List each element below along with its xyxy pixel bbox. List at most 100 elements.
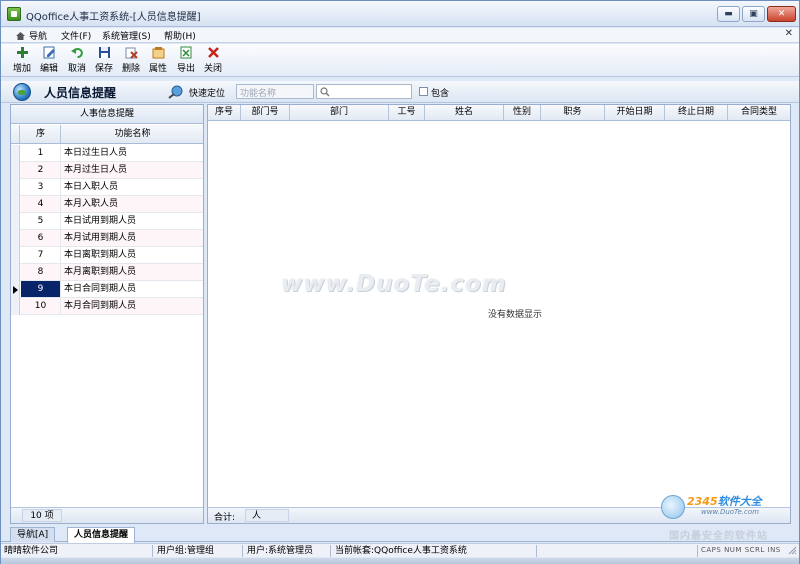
menu-navigate-label: 导航: [29, 32, 48, 42]
list-item-no: 6: [21, 230, 61, 246]
properties-button[interactable]: 属性: [145, 46, 171, 76]
list-item[interactable]: 6 本月试用到期人员: [11, 230, 203, 247]
row-indicator: [11, 162, 20, 179]
list-item[interactable]: 8 本月离职到期人员: [11, 264, 203, 281]
app-window: QQoffice人事工资系统-[人员信息提醒] ▬ ▣ ✕ 导航 文件(F) 系…: [0, 0, 800, 564]
edit-button-label: 编辑: [39, 64, 58, 74]
list-item-name: 本日离职到期人员: [64, 250, 137, 260]
edit-button[interactable]: 编辑: [36, 46, 62, 76]
page-title: 人员信息提醒: [44, 86, 117, 100]
grid-col-position[interactable]: 职务: [541, 105, 605, 120]
home-icon: [16, 32, 25, 40]
search-input[interactable]: [316, 84, 412, 99]
grid-col-dept-no[interactable]: 部门号: [241, 105, 290, 120]
close-document-icon[interactable]: ✕: [785, 28, 793, 39]
grid-col-seq[interactable]: 序号: [208, 105, 241, 120]
list-item[interactable]: 10 本月合同到期人员: [11, 298, 203, 315]
list-item-name: 本月试用到期人员: [64, 233, 137, 243]
grid-col-start-date[interactable]: 开始日期: [605, 105, 665, 120]
reminder-list-footer: 10 项: [11, 507, 203, 523]
export-button[interactable]: 导出: [173, 46, 199, 76]
tab-navigate[interactable]: 导航[A]: [10, 527, 56, 542]
list-item[interactable]: 1 本日过生日人员: [11, 145, 203, 162]
save-button[interactable]: 保存: [91, 46, 117, 76]
add-icon: [16, 47, 28, 58]
mascot-icon: [661, 495, 685, 519]
list-item-name: 本月入职人员: [64, 199, 119, 209]
list-item[interactable]: 4 本月入职人员: [11, 196, 203, 213]
title-bar: QQoffice人事工资系统-[人员信息提醒] ▬ ▣ ✕: [1, 1, 799, 27]
reminder-list-header: 序 功能名称: [11, 125, 203, 144]
list-item-name: 本月合同到期人员: [64, 301, 137, 311]
reminder-list-panel: 人事信息提醒 序 功能名称 1 本日过生日人员 2 本月过生日人员 3 本日入职人员 …: [10, 104, 204, 524]
page-header: 人员信息提醒 快速定位 功能名称 包含: [1, 81, 799, 103]
grid-col-name[interactable]: 姓名: [425, 105, 504, 120]
grid-header: 序号 部门号 部门 工号 姓名 性别 职务 开始日期 终止日期 合同类型: [208, 105, 790, 121]
grid-col-contract-type[interactable]: 合同类型: [728, 105, 790, 120]
menu-navigate[interactable]: 导航: [15, 29, 47, 42]
tab-reminder[interactable]: 人员信息提醒: [67, 527, 136, 543]
list-item-no: 5: [21, 213, 61, 229]
edit-icon: [43, 46, 55, 59]
close-button[interactable]: 关闭: [200, 46, 226, 76]
bottom-edge: [1, 558, 799, 564]
grid-col-gender[interactable]: 性别: [504, 105, 541, 120]
list-item-no: 7: [21, 247, 61, 263]
employee-grid: 序号 部门号 部门 工号 姓名 性别 职务 开始日期 终止日期 合同类型 www…: [207, 104, 791, 524]
list-item-selected[interactable]: 9 本日合同到期人员: [11, 281, 203, 298]
list-item[interactable]: 7 本日离职到期人员: [11, 247, 203, 264]
list-item[interactable]: 3 本日入职人员: [11, 179, 203, 196]
site-badge: 2345软件大全 www.DuoTe.com 国内最安全的软件站: [661, 491, 799, 543]
properties-button-label: 属性: [148, 64, 167, 74]
app-logo-icon: [7, 7, 21, 21]
row-indicator: [11, 179, 20, 196]
minimize-button[interactable]: ▬: [717, 6, 740, 22]
delete-button-label: 删除: [121, 64, 140, 74]
status-user-group: 用户组:管理组: [154, 545, 243, 557]
cancel-button[interactable]: 取消: [64, 46, 90, 76]
menu-system[interactable]: 系统管理(S): [102, 29, 151, 42]
close-window-button[interactable]: ✕: [767, 6, 796, 22]
export-button-label: 导出: [176, 64, 195, 74]
add-button[interactable]: 增加: [9, 46, 35, 76]
list-item[interactable]: 5 本日试用到期人员: [11, 213, 203, 230]
quick-locate-icon: [168, 85, 183, 99]
toolbar: 增加 编辑 取消 保存 删除 属性 导出 关闭: [1, 44, 799, 77]
site-watermark: www.DuoTe.com: [281, 271, 507, 297]
badge-url: www.DuoTe.com: [701, 508, 759, 516]
status-user: 用户:系统管理员: [244, 545, 331, 557]
status-company: 晴晴软件公司: [1, 545, 153, 557]
column-header-name[interactable]: 功能名称: [62, 125, 203, 143]
menu-file[interactable]: 文件(F): [61, 29, 91, 42]
list-item[interactable]: 2 本月过生日人员: [11, 162, 203, 179]
row-indicator: [11, 230, 20, 247]
list-item-name: 本月离职到期人员: [64, 267, 137, 277]
list-item-no: 4: [21, 196, 61, 212]
grid-col-dept[interactable]: 部门: [290, 105, 389, 120]
row-indicator: [11, 247, 20, 264]
search-icon: [320, 87, 330, 97]
list-item-name: 本日过生日人员: [64, 148, 128, 158]
menu-help[interactable]: 帮助(H): [164, 29, 196, 42]
cancel-button-label: 取消: [67, 64, 86, 74]
menu-bar: 导航 文件(F) 系统管理(S) 帮助(H) ✕: [1, 28, 799, 43]
locate-field-select[interactable]: 功能名称: [236, 84, 314, 99]
contains-checkbox[interactable]: [419, 87, 428, 96]
list-item-no: 10: [21, 298, 61, 314]
list-item-no: 2: [21, 162, 61, 178]
globe-icon: [13, 83, 31, 101]
row-indicator: [11, 213, 20, 230]
close-button-label: 关闭: [203, 64, 222, 74]
delete-button[interactable]: 删除: [118, 46, 144, 76]
column-header-no[interactable]: 序: [21, 125, 61, 143]
maximize-button[interactable]: ▣: [742, 6, 765, 22]
resize-grip-icon[interactable]: [788, 546, 797, 555]
export-icon: [180, 46, 191, 59]
total-value: 人: [245, 509, 289, 522]
contains-label: 包含: [431, 89, 450, 99]
grid-col-end-date[interactable]: 终止日期: [665, 105, 728, 120]
keyboard-indicators: CAPS NUM SCRL INS: [701, 546, 781, 554]
undo-icon: [70, 48, 83, 58]
list-item-name: 本月过生日人员: [64, 165, 128, 175]
grid-col-emp-no[interactable]: 工号: [389, 105, 425, 120]
